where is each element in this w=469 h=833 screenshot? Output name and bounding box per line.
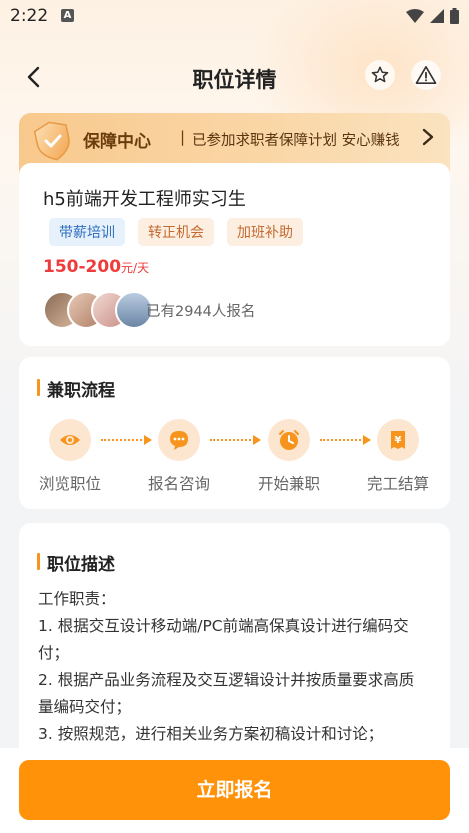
signal-icon xyxy=(430,9,444,23)
favorite-button[interactable] xyxy=(365,60,395,90)
page-title: 职位详情 xyxy=(192,68,277,92)
job-tag: 带薪培训 xyxy=(49,218,125,246)
status-bar: 2:22 A xyxy=(0,0,469,34)
description-text: 工作职责： 1. 根据交互设计移动端/PC前端高保真设计进行编码交 付； 2. … xyxy=(38,586,438,748)
process-title: 兼职流程 xyxy=(37,376,115,401)
description-line: 3. 按照规范，进行相关业务方案初稿设计和讨论； xyxy=(38,725,384,743)
svg-text:¥: ¥ xyxy=(395,435,402,446)
step-arrow xyxy=(210,435,261,445)
warning-icon xyxy=(415,66,437,84)
job-title: h5前端开发工程师实习生 xyxy=(43,189,246,210)
step-label: 完工结算 xyxy=(366,475,429,493)
step-label: 开始兼职 xyxy=(257,475,320,493)
step-label: 报名咨询 xyxy=(147,475,210,493)
salary-unit: 元/天 xyxy=(121,261,150,275)
guarantee-text: 已参加求职者保障计划 安心赚钱 xyxy=(192,133,400,149)
applicant-avatars xyxy=(43,291,153,329)
description-title: 职位描述 xyxy=(37,550,115,575)
step-arrow xyxy=(101,435,152,445)
shield-icon xyxy=(33,121,70,161)
nav-bar: 职位详情 xyxy=(0,56,469,102)
description-line: 付； xyxy=(38,644,70,662)
description-card: 职位描述 工作职责： 1. 根据交互设计移动端/PC前端高保真设计进行编码交 付… xyxy=(19,523,450,763)
job-tag: 转正机会 xyxy=(138,218,214,246)
step-label: 浏览职位 xyxy=(38,475,101,493)
salary: 150-200元/天 xyxy=(43,257,149,277)
report-button[interactable] xyxy=(411,60,441,90)
star-icon xyxy=(371,66,389,83)
status-time: 2:22 xyxy=(10,6,49,26)
process-card: 兼职流程 ¥ 浏览职位 报名咨询 开始兼职 完工结算 xyxy=(19,357,450,509)
status-icons xyxy=(406,6,459,26)
chat-icon xyxy=(158,419,200,461)
signup-count: 已有2944人报名 xyxy=(146,304,256,320)
eye-icon xyxy=(49,419,91,461)
job-tag: 加班补助 xyxy=(227,218,303,246)
clock-icon xyxy=(268,419,310,461)
description-line: 量编码交付； xyxy=(38,698,132,716)
description-line: 1. 根据交互设计移动端/PC前端高保真设计进行编码交 xyxy=(38,617,409,635)
bottom-bar: 立即报名 xyxy=(0,748,469,833)
job-tags: 带薪培训 转正机会 加班补助 xyxy=(49,218,303,246)
salary-range: 150-200 xyxy=(43,257,122,277)
yuan-receipt-icon: ¥ xyxy=(377,419,419,461)
guarantee-separator: | xyxy=(180,128,186,146)
guarantee-title: 保障中心 xyxy=(83,132,151,152)
description-line: 2. 根据产品业务流程及交互逻辑设计并按质量要求高质 xyxy=(38,671,415,689)
job-summary-card: h5前端开发工程师实习生 带薪培训 转正机会 加班补助 150-200元/天 已… xyxy=(19,163,450,346)
battery-icon xyxy=(450,8,459,24)
wifi-icon xyxy=(406,9,424,23)
notification-a-icon: A xyxy=(61,9,74,22)
step-arrow xyxy=(320,435,371,445)
description-line: 工作职责： xyxy=(38,590,116,608)
apply-button[interactable]: 立即报名 xyxy=(19,760,450,820)
chevron-right-icon xyxy=(422,128,434,146)
